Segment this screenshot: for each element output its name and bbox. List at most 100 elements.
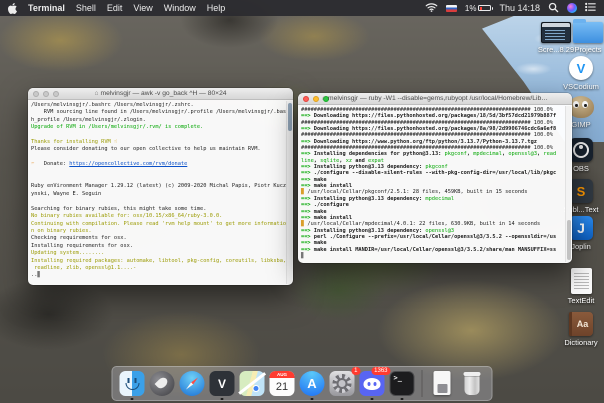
menu-bar-menus: Terminal Shell Edit View Window Help [28, 3, 225, 13]
dock-appstore[interactable]: A [300, 371, 325, 396]
terminal-line: Please consider donating to our open col… [31, 146, 290, 153]
desktop-icon-dictionary[interactable]: Aa Dictionary [561, 312, 601, 347]
projects-icon [573, 22, 603, 43]
terminal-line: h_profile /Users/melvinsgjr/.zlogin. [31, 117, 290, 124]
notification-badge: 1 [351, 367, 360, 375]
textedit-icon [571, 268, 592, 294]
dock-terminal[interactable]: >_ [390, 371, 415, 396]
terminal-line: ==> perl ./Configure --prefix=/usr/local… [301, 234, 569, 240]
obs-icon [569, 138, 593, 162]
terminal-line: Installing requirements for osx. [31, 243, 290, 250]
terminal-line: ▊ [301, 253, 569, 259]
siri-icon[interactable] [567, 3, 577, 13]
running-indicator [401, 398, 403, 400]
right-scrollbar-thumb[interactable] [567, 220, 571, 260]
spotlight-icon[interactable] [548, 2, 559, 15]
terminal-line: ==> ./configure --disable-silent-rules -… [301, 170, 569, 176]
left-window-title: ⌂melvinsgjr — awk -v go_back ^H — 80×24 [52, 90, 269, 97]
terminal-line [31, 132, 290, 139]
vivaldi-icon: V [210, 371, 235, 396]
terminal-line: Checking requirements for osx. [31, 235, 290, 242]
sublime-glyph: S [569, 179, 593, 203]
safari-icon [180, 371, 205, 396]
left-terminal-body[interactable]: /Users/melvinsgjr/.bashrc /Users/melvins… [28, 100, 293, 285]
desktop-icon-label: Dictionary [564, 338, 597, 347]
terminal-line: Thanks for installing RVM ☝ [31, 139, 290, 146]
notification-center-icon[interactable] [585, 2, 596, 14]
close-button[interactable] [303, 96, 309, 102]
dock-preferences[interactable]: 1 [330, 371, 355, 396]
input-source-flag-icon[interactable] [446, 5, 457, 12]
terminal-line: Upgrade of RVM in /Users/melvinsgjr/.rvm… [31, 124, 290, 131]
dock-safari[interactable] [180, 371, 205, 396]
desktop-icon-label: GIMP [571, 120, 590, 129]
terminal-line: Continuing with compilation. Please read… [31, 221, 290, 228]
terminal-line: ==> make install MANDIR=/usr/local/Cella… [301, 247, 569, 253]
dock-calendar[interactable]: AUG21 [270, 371, 295, 396]
menu-terminal[interactable]: Terminal [28, 3, 65, 13]
dock-separator [422, 370, 423, 397]
terminal-line: Ruby enVironment Manager 1.29.12 (latest… [31, 183, 290, 190]
dock-finder[interactable] [120, 371, 145, 396]
terminal-window-left: ⌂melvinsgjr — awk -v go_back ^H — 80×24 … [28, 88, 293, 285]
apple-menu-icon[interactable] [8, 3, 17, 14]
dock-trash[interactable] [460, 371, 485, 396]
minimize-button[interactable] [43, 91, 49, 97]
desktop-icon-textedit[interactable]: TextEdit [561, 268, 601, 305]
running-indicator [131, 398, 133, 400]
desktop-icon-vscodium[interactable]: VVSCodium [561, 56, 601, 91]
left-window-titlebar[interactable]: ⌂melvinsgjr — awk -v go_back ^H — 80×24 [28, 88, 293, 100]
menu-window[interactable]: Window [164, 3, 196, 13]
wifi-icon[interactable] [425, 2, 438, 14]
terminal-window-right: ⌂melvinsgjr — ruby -W1 --disable=gems,ru… [298, 93, 572, 263]
left-scrollbar-thumb[interactable] [288, 103, 292, 131]
right-terminal-body[interactable]: ########################################… [298, 105, 572, 263]
running-indicator [311, 398, 313, 400]
menu-view[interactable]: View [133, 3, 152, 13]
terminal-line: Updating system........ [31, 250, 290, 257]
minimize-button[interactable] [313, 96, 319, 102]
desktop-icon-projects[interactable]: Projects [568, 22, 604, 54]
maps-icon [240, 371, 265, 396]
battery-percent: 1% [465, 4, 477, 13]
desktop-icon-label: Projects [574, 45, 601, 54]
finder-icon [120, 371, 145, 396]
documents-icon [430, 371, 455, 396]
terminal-line [31, 198, 290, 205]
calendar-glyph: AUG [270, 371, 295, 378]
terminal-icon: >_ [390, 371, 415, 396]
joplin-glyph: J [569, 216, 593, 240]
vscodium-icon: V [569, 56, 593, 80]
menu-help[interactable]: Help [207, 3, 226, 13]
terminal-line: Searching for binary rubies, this might … [31, 206, 290, 213]
menu-shell[interactable]: Shell [76, 3, 96, 13]
left-window-title-text: melvinsgjr — awk -v go_back ^H — 80×24 [101, 90, 227, 97]
left-scrollbar[interactable] [286, 101, 292, 284]
battery-icon [478, 5, 491, 11]
dock-vivaldi[interactable]: V [210, 371, 235, 396]
battery-indicator[interactable]: 1% [465, 4, 492, 13]
dock: VAUG21A11363>_ [112, 366, 493, 401]
dock-items: VAUG21A11363>_ [120, 370, 485, 397]
menu-bar-clock[interactable]: Thu 14:18 [499, 3, 540, 13]
joplin-icon: J [569, 216, 593, 240]
terminal-line [31, 176, 290, 183]
appstore-glyph: A [300, 371, 325, 396]
proxy-icon: ⌂ [94, 90, 98, 97]
close-button[interactable] [33, 91, 39, 97]
terminal-line: ynski, Wayne E. Seguin [31, 191, 290, 198]
desktop-icon-label: TextEdit [568, 296, 595, 305]
dock-discord[interactable]: 1363 [360, 371, 385, 396]
dock-maps[interactable] [240, 371, 265, 396]
right-window-title: ⌂melvinsgjr — ruby -W1 --disable=gems,ru… [322, 95, 548, 102]
terminal-line: /Users/melvinsgjr/.bashrc /Users/melvins… [31, 102, 290, 109]
terminal-line [31, 154, 290, 161]
dock-launchpad[interactable] [150, 371, 175, 396]
menu-edit[interactable]: Edit [107, 3, 123, 13]
dock-documents[interactable] [430, 371, 455, 396]
dictionary-glyph: Aa [572, 312, 593, 336]
terminal-line: Installing required packages: automake, … [31, 258, 290, 265]
right-window-titlebar[interactable]: ⌂melvinsgjr — ruby -W1 --disable=gems,ru… [298, 93, 572, 105]
right-scrollbar[interactable] [565, 106, 571, 262]
terminal-line [31, 169, 290, 176]
